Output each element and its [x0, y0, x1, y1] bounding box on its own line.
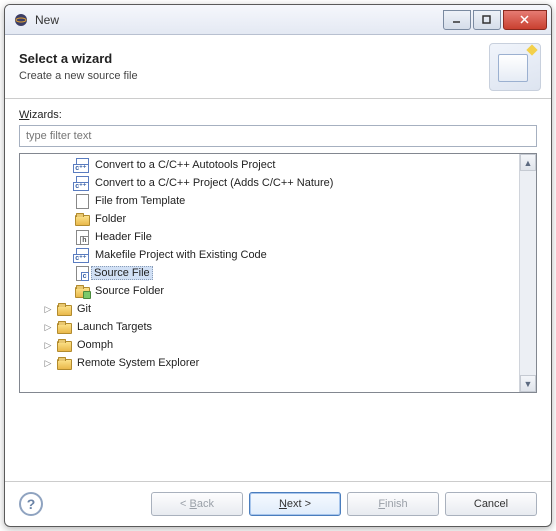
cancel-button[interactable]: Cancel: [445, 492, 537, 516]
banner: Select a wizard Create a new source file: [5, 35, 551, 99]
filter-input[interactable]: [19, 125, 537, 147]
eclipse-icon: [13, 12, 29, 28]
tree-item-label: Convert to a C/C++ Autotools Project: [94, 158, 276, 172]
tree-item[interactable]: File from Template: [20, 192, 519, 210]
tree-item[interactable]: c⁺⁺ Convert to a C/C++ Project (Adds C/C+…: [20, 174, 519, 192]
tree-item[interactable]: ▷ Git: [20, 300, 519, 318]
wizards-label: Wizards:: [19, 109, 537, 121]
window-controls: [441, 10, 547, 30]
expander-icon[interactable]: [60, 195, 72, 207]
tree-container: c⁺⁺Convert to a C/C++ Autotools Projectc…: [19, 153, 537, 393]
banner-subtext: Create a new source file: [19, 70, 138, 82]
banner-heading: Select a wizard: [19, 51, 138, 66]
tree-item-label: Source Folder: [94, 284, 165, 298]
tree-item[interactable]: c⁺⁺ Makefile Project with Existing Code: [20, 246, 519, 264]
expander-icon[interactable]: ▷: [42, 303, 54, 315]
tree-item[interactable]: ▷ Launch Targets: [20, 318, 519, 336]
scroll-track[interactable]: [520, 171, 536, 375]
expander-icon[interactable]: ▷: [42, 321, 54, 333]
window-title: New: [35, 13, 441, 27]
maximize-button[interactable]: [473, 10, 501, 30]
tree-item[interactable]: Source Folder: [20, 282, 519, 300]
tree-item-label: Launch Targets: [76, 320, 153, 334]
tree-item-label: Source File: [91, 266, 153, 280]
tree-item[interactable]: Folder: [20, 210, 519, 228]
wizard-tree[interactable]: c⁺⁺Convert to a C/C++ Autotools Projectc…: [20, 154, 519, 392]
file-icon: [74, 193, 90, 209]
expander-icon[interactable]: [60, 249, 72, 261]
tree-item[interactable]: c⁺⁺ Convert to a C/C++ Autotools Project: [20, 156, 519, 174]
cpp-file-icon: c⁺⁺: [74, 247, 90, 263]
scroll-down-icon[interactable]: ▼: [520, 375, 536, 392]
cpp-file-icon: c⁺⁺: [74, 157, 90, 173]
button-bar: ? < Back Next > Finish Cancel: [5, 481, 551, 526]
scrollbar[interactable]: ▲ ▼: [519, 154, 536, 392]
tree-item-label: File from Template: [94, 194, 186, 208]
folder-icon: [56, 337, 72, 353]
tree-item[interactable]: ▷ Remote System Explorer: [20, 354, 519, 372]
folder-icon: [74, 211, 90, 227]
src-folder-icon: [74, 283, 90, 299]
finish-button[interactable]: Finish: [347, 492, 439, 516]
expander-icon[interactable]: [60, 159, 72, 171]
minimize-button[interactable]: [443, 10, 471, 30]
tree-item-label: Remote System Explorer: [76, 356, 200, 370]
expander-icon[interactable]: ▷: [42, 339, 54, 351]
expander-icon[interactable]: ▷: [42, 357, 54, 369]
dialog-body: Wizards: c⁺⁺ Convert to a C/C++ Autotools…: [5, 99, 551, 481]
expander-icon[interactable]: [60, 285, 72, 297]
expander-icon[interactable]: [60, 267, 72, 279]
tree-item-label: Oomph: [76, 338, 114, 352]
c-file-icon: c: [74, 265, 90, 281]
expander-icon[interactable]: [60, 213, 72, 225]
tree-item-label: Makefile Project with Existing Code: [94, 248, 268, 262]
dialog-window: New Select a wizard Create a new source …: [4, 4, 552, 527]
scroll-up-icon[interactable]: ▲: [520, 154, 536, 171]
cpp-file-icon: c⁺⁺: [74, 175, 90, 191]
expander-icon[interactable]: [60, 177, 72, 189]
close-button[interactable]: [503, 10, 547, 30]
tree-item-label: Convert to a C/C++ Project (Adds C/C++ N…: [94, 176, 334, 190]
folder-icon: [56, 301, 72, 317]
help-icon[interactable]: ?: [19, 492, 43, 516]
back-button[interactable]: < Back: [151, 492, 243, 516]
tree-item-label: Git: [76, 302, 92, 316]
tree-item[interactable]: cSource File: [20, 264, 519, 282]
tree-item-label: Folder: [94, 212, 127, 226]
expander-icon[interactable]: [60, 231, 72, 243]
h-file-icon: h: [74, 229, 90, 245]
titlebar[interactable]: New: [5, 5, 551, 35]
wizard-icon: [489, 43, 541, 91]
tree-item[interactable]: h Header File: [20, 228, 519, 246]
tree-item-label: Header File: [94, 230, 153, 244]
tree-item[interactable]: ▷ Oomph: [20, 336, 519, 354]
folder-icon: [56, 319, 72, 335]
next-button[interactable]: Next >: [249, 492, 341, 516]
folder-icon: [56, 355, 72, 371]
